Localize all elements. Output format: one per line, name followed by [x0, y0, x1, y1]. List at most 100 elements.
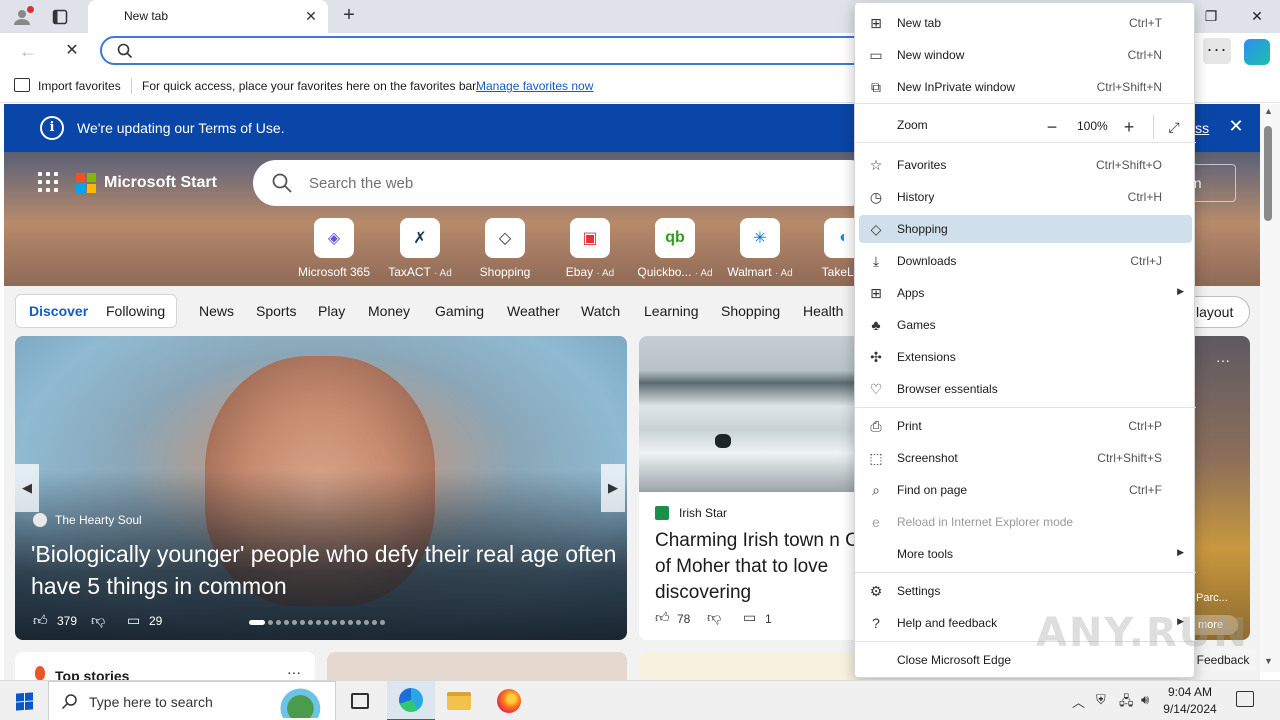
copilot-icon[interactable] [1244, 39, 1270, 65]
carousel-dot[interactable] [356, 620, 361, 625]
carousel-dot[interactable] [249, 620, 265, 625]
news-card-source[interactable]: Irish Star [679, 506, 727, 520]
import-favorites-icon[interactable] [14, 78, 30, 92]
close-window-button[interactable]: ✕ [1234, 0, 1280, 33]
top-stories-card[interactable]: Top stories ··· [15, 652, 315, 680]
news-card-partial[interactable]: ··· Parc... more [1194, 336, 1250, 640]
thumbs-down-icon[interactable]: 👎︎ [91, 612, 105, 629]
microsoft-start-title[interactable]: Microsoft Start [104, 174, 217, 192]
carousel-dot[interactable] [316, 620, 321, 625]
menu-item-games[interactable]: ♣ Games [859, 311, 1192, 339]
carousel-dot[interactable] [364, 620, 369, 625]
menu-item-shopping[interactable]: ◇ Shopping [859, 215, 1192, 243]
address-bar[interactable] [100, 36, 880, 65]
settings-and-more-button[interactable]: ··· [1203, 38, 1231, 64]
taskbar-file-explorer[interactable] [435, 681, 483, 720]
menu-item-screenshot[interactable]: ⬚ Screenshot Ctrl+Shift+S [859, 444, 1192, 472]
tab-close-icon[interactable]: ✕ [302, 7, 320, 25]
more-options-icon[interactable]: ··· [287, 664, 301, 680]
quick-link-shopping[interactable]: ◇ Shopping [465, 218, 545, 279]
hero-source[interactable]: The Hearty Soul [55, 513, 142, 527]
menu-item-zoom[interactable]: Zoom [859, 111, 1192, 139]
profile-button[interactable] [10, 5, 34, 29]
feed-category-news[interactable]: News [199, 303, 234, 319]
task-view-button[interactable] [336, 681, 384, 720]
menu-item-new-tab[interactable]: ⊞ New tab Ctrl+T [859, 9, 1192, 37]
clock-time[interactable]: 9:04 AM [1160, 685, 1220, 699]
carousel-dot[interactable] [292, 620, 297, 625]
clock-date[interactable]: 9/14/2024 [1160, 702, 1220, 716]
feed-category-shopping[interactable]: Shopping [721, 303, 780, 319]
feed-category-money[interactable]: Money [368, 303, 410, 319]
manage-favorites-link[interactable]: Manage favorites now [476, 79, 593, 93]
taskbar-edge[interactable] [387, 681, 435, 720]
menu-item-extensions[interactable]: ✣ Extensions [859, 343, 1192, 371]
show-hidden-icons-chevron-icon[interactable]: ︿ [1072, 692, 1085, 711]
close-icon[interactable]: ✕ [1226, 116, 1246, 136]
feed-category-sports[interactable]: Sports [256, 303, 296, 319]
quick-link-taxact[interactable]: ✗ TaxACT · Ad [380, 218, 460, 279]
carousel-next-icon[interactable]: ▶ [601, 464, 625, 512]
carousel-dot[interactable] [300, 620, 305, 625]
security-icon[interactable]: ⛨ [1096, 692, 1106, 708]
quick-link-microsoft-365[interactable]: ◈ Microsoft 365 [294, 218, 374, 279]
network-icon[interactable]: 🖧︎ [1119, 692, 1134, 714]
scrollbar-thumb[interactable] [1264, 126, 1272, 221]
feed-category-weather[interactable]: Weather [507, 303, 560, 319]
tab-actions-button[interactable] [48, 5, 72, 29]
carousel-dot[interactable] [348, 620, 353, 625]
zoom-in-button[interactable]: + [1119, 117, 1139, 137]
scroll-up-icon[interactable]: ▲ [1264, 106, 1273, 116]
menu-item-downloads[interactable]: ⤓ Downloads Ctrl+J [859, 247, 1192, 275]
import-favorites-button[interactable]: Import favorites [38, 79, 121, 93]
quick-link-walmart[interactable]: ✳ Walmart · Ad [720, 218, 800, 279]
tab-new-tab[interactable]: New tab ✕ [88, 0, 328, 33]
comment-icon[interactable]: ▭ [127, 612, 140, 629]
carousel-dot[interactable] [268, 620, 273, 625]
carousel-dot[interactable] [380, 620, 385, 625]
thumbs-up-icon[interactable]: 👍︎ [33, 612, 48, 629]
quick-link-ebay[interactable]: ▣ Ebay · Ad [550, 218, 630, 279]
thumbs-down-icon[interactable]: 👎︎ [707, 609, 721, 626]
carousel-dot[interactable] [332, 620, 337, 625]
tab-following[interactable]: Following [106, 303, 165, 319]
menu-item-print[interactable]: ⎙ Print Ctrl+P [859, 412, 1192, 440]
comment-icon[interactable]: ▭ [743, 609, 756, 626]
menu-item-new-inprivate-window[interactable]: ⧉ New InPrivate window Ctrl+Shift+N [859, 73, 1192, 101]
fullscreen-icon[interactable]: ⤢ [1163, 116, 1185, 138]
zoom-out-button[interactable]: − [1042, 117, 1062, 137]
menu-item-history[interactable]: ◷ History Ctrl+H [859, 183, 1192, 211]
menu-item-settings[interactable]: ⚙ Settings [859, 577, 1192, 605]
feed-category-learning[interactable]: Learning [644, 303, 699, 319]
web-search-box[interactable]: Search the web [253, 160, 873, 206]
web-search-input[interactable]: Search the web [309, 175, 413, 192]
notification-center-icon[interactable] [1236, 691, 1254, 707]
carousel-dot[interactable] [276, 620, 281, 625]
carousel-dot[interactable] [308, 620, 313, 625]
app-launcher-icon[interactable] [38, 172, 58, 192]
menu-item-new-window[interactable]: ▭ New window Ctrl+N [859, 41, 1192, 69]
menu-item-favorites[interactable]: ☆ Favorites Ctrl+Shift+O [859, 151, 1192, 179]
tab-discover[interactable]: Discover [29, 303, 88, 319]
carousel-prev-icon[interactable]: ◀ [15, 464, 39, 512]
feed-category-play[interactable]: Play [318, 303, 345, 319]
news-card-bottom[interactable] [639, 652, 869, 680]
carousel-dot[interactable] [372, 620, 377, 625]
carousel-dot[interactable] [340, 620, 345, 625]
taskbar-search-box[interactable]: Type here to search [48, 681, 336, 720]
stop-loading-icon[interactable]: ✕ [60, 39, 84, 63]
volume-icon[interactable]: 🔊︎ [1141, 692, 1149, 708]
start-button[interactable] [0, 681, 48, 720]
feed-category-gaming[interactable]: Gaming [435, 303, 484, 319]
menu-item-more-tools[interactable]: More tools ▶ [859, 540, 1192, 568]
more-options-icon[interactable]: ··· [1216, 352, 1230, 368]
news-card-bottom[interactable] [327, 652, 627, 680]
hero-headline[interactable]: 'Biologically younger' people who defy t… [31, 538, 621, 602]
page-scrollbar[interactable]: ▲ ▼ [1260, 104, 1280, 672]
taskbar-search-input[interactable]: Type here to search [89, 694, 213, 710]
taskbar-firefox[interactable] [485, 681, 533, 720]
carousel-dot[interactable] [324, 620, 329, 625]
menu-item-browser-essentials[interactable]: ♡ Browser essentials [859, 375, 1192, 403]
menu-item-apps[interactable]: ⊞ Apps ▶ [859, 279, 1192, 307]
new-tab-button[interactable]: + [338, 5, 360, 27]
